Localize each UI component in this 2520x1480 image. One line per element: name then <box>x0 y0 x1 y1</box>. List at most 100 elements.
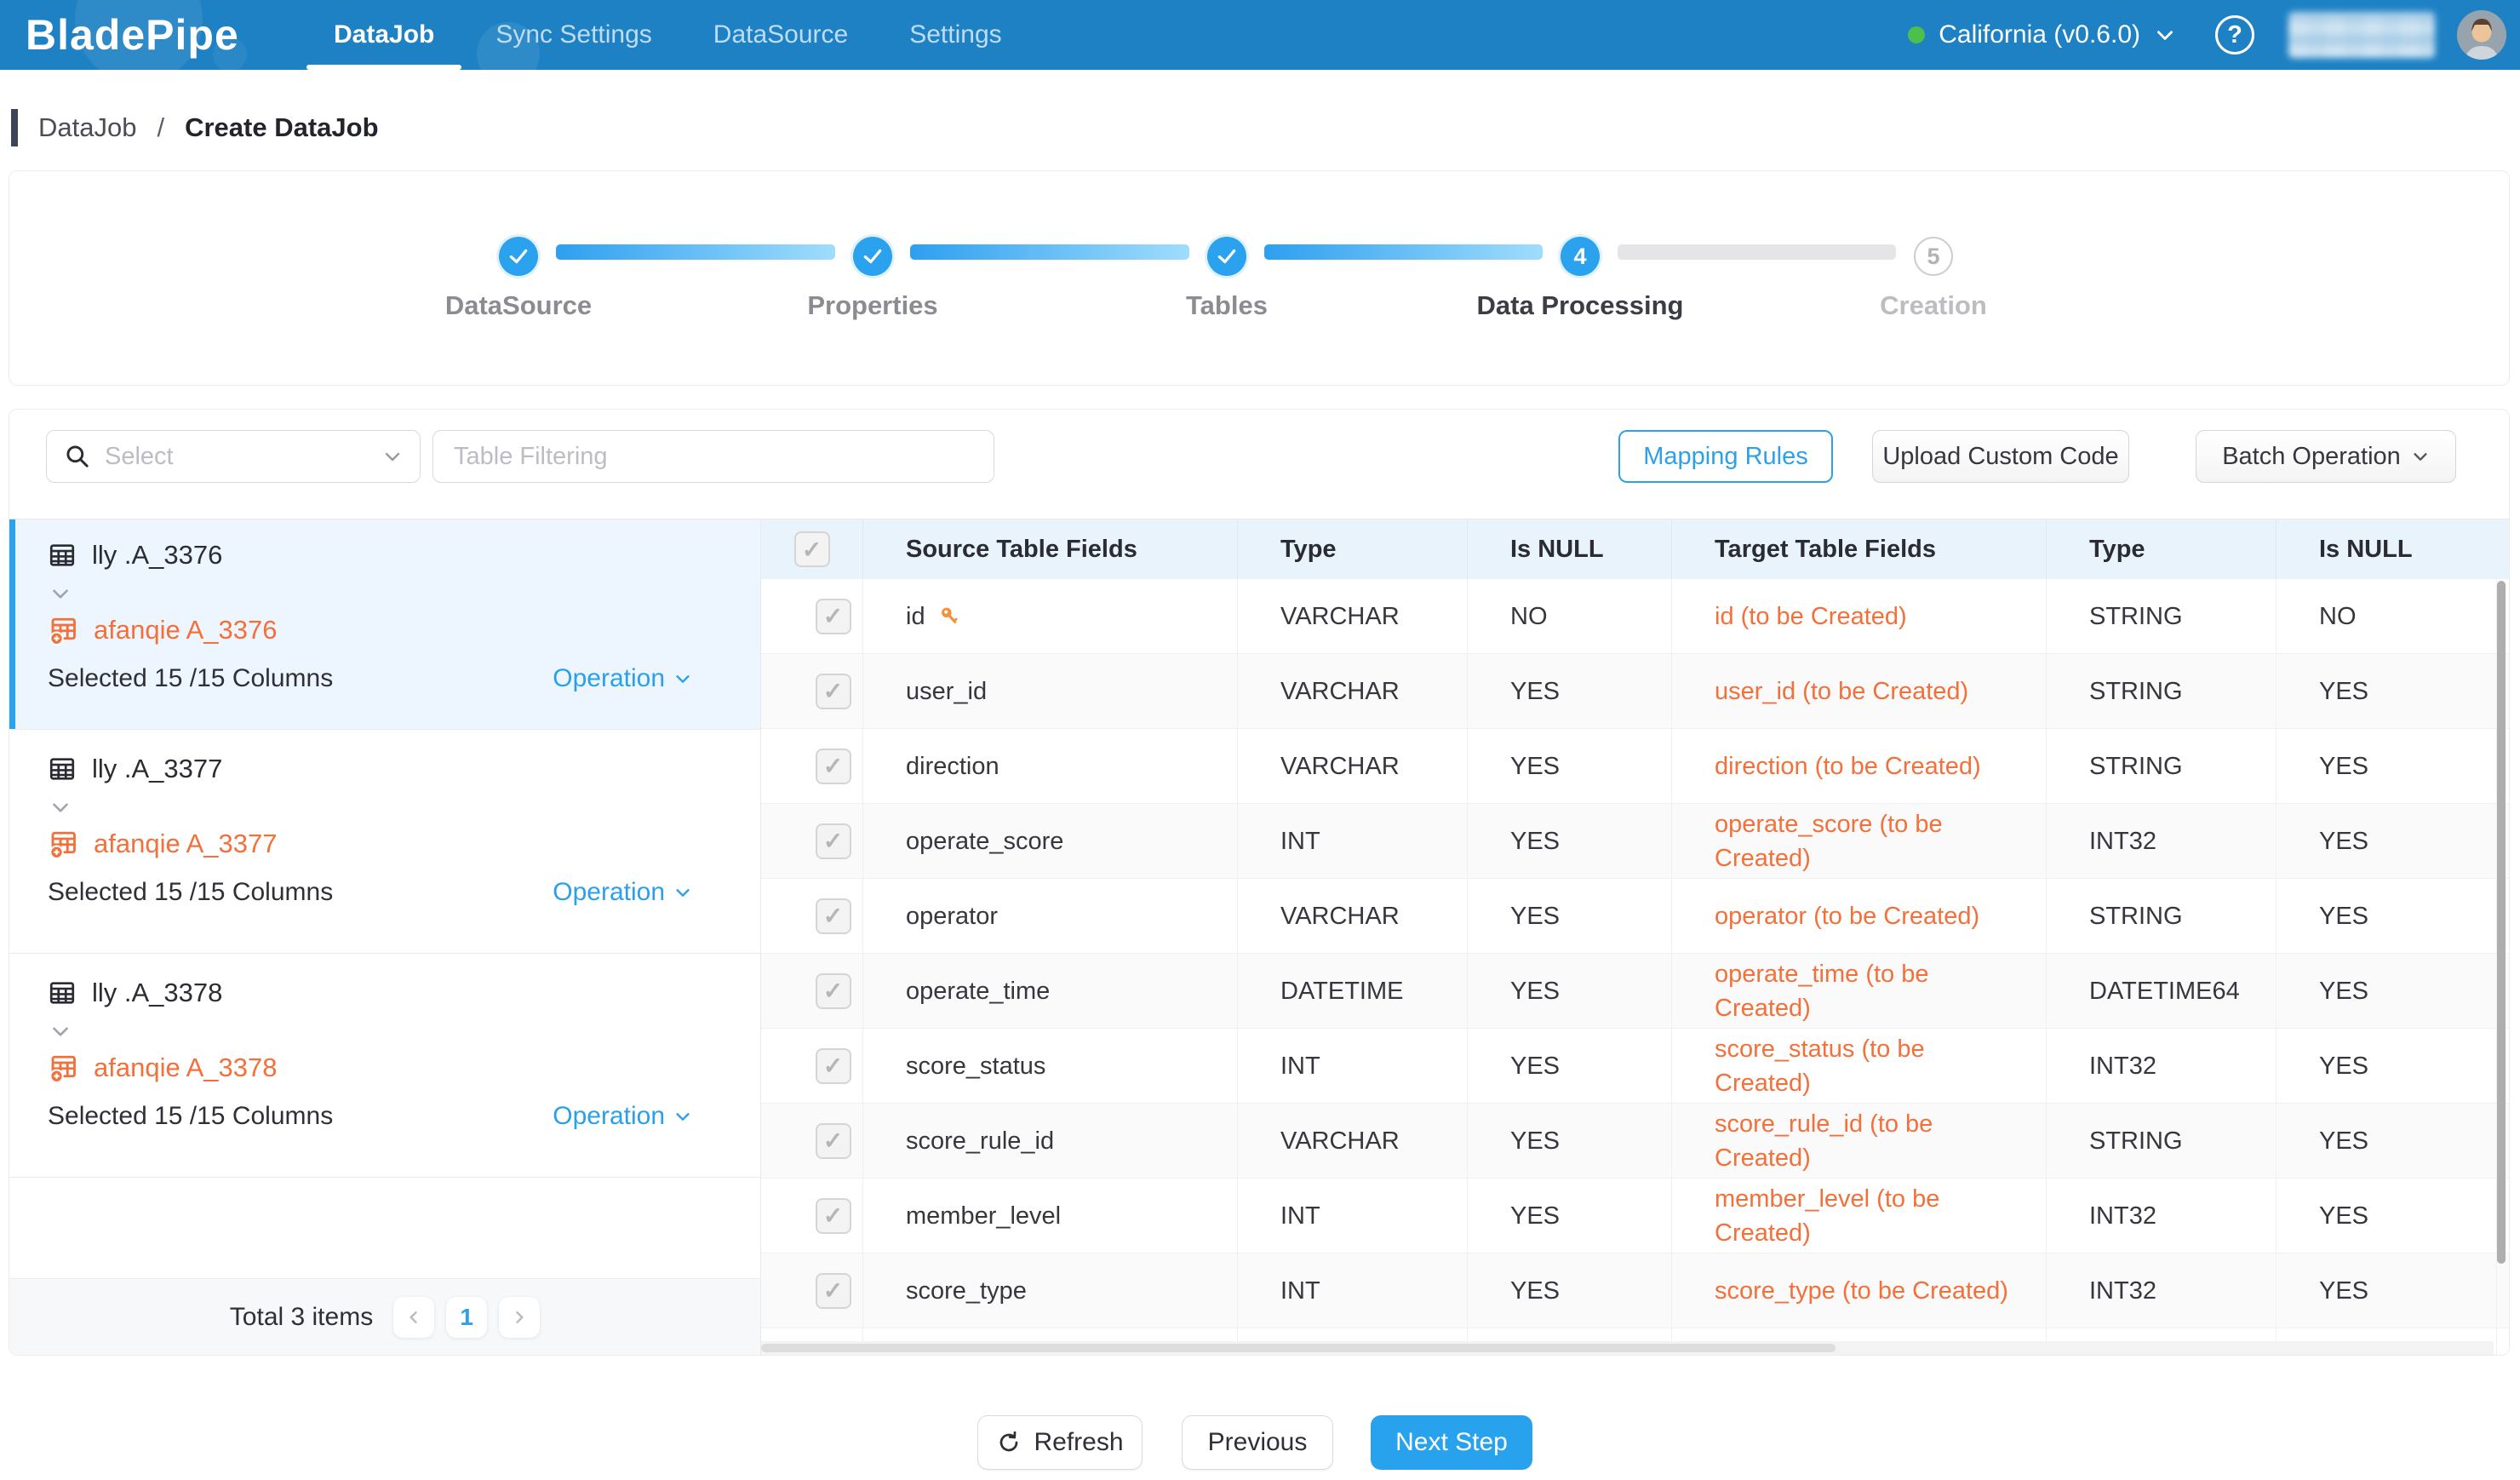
nav-item-datajob[interactable]: DataJob <box>334 0 434 70</box>
vertical-scrollbar[interactable] <box>2495 581 2507 1339</box>
table-pair-card[interactable]: lly .A_3377 afanqie A_3377 Selected 15 /… <box>9 730 760 954</box>
row-checkbox-cell[interactable] <box>761 729 863 803</box>
select-all-checkbox-cell[interactable] <box>761 519 863 579</box>
target-isnull-cell: YES <box>2277 729 2497 803</box>
row-checkbox-cell[interactable] <box>761 1253 863 1328</box>
row-checkbox-cell[interactable] <box>761 879 863 953</box>
search-icon <box>64 443 91 470</box>
table-row: operator VARCHAR YES operator (to be Cre… <box>761 879 2509 954</box>
source-table-icon <box>48 541 77 570</box>
operation-dropdown[interactable]: Operation <box>553 664 692 693</box>
table-pair-card[interactable]: lly .A_3378 afanqie A_3378 Selected 15 /… <box>9 954 760 1178</box>
select-dropdown[interactable]: Select <box>46 430 421 483</box>
checkbox-checked-disabled[interactable] <box>816 1123 851 1159</box>
target-isnull-cell: YES <box>2277 1253 2497 1328</box>
source-isnull-cell: YES <box>1468 804 1672 878</box>
source-field-name: operator <box>906 899 998 933</box>
source-type-cell: INT <box>1238 804 1468 878</box>
header-source-isnull: Is NULL <box>1468 519 1672 579</box>
target-isnull-cell: YES <box>2277 1179 2497 1253</box>
nav-item-settings[interactable]: Settings <box>909 0 1001 70</box>
checkbox-checked-disabled[interactable] <box>816 1048 851 1084</box>
row-checkbox-cell[interactable] <box>761 954 863 1028</box>
source-field-cell: member_level <box>863 1179 1238 1253</box>
row-checkbox-cell[interactable] <box>761 1029 863 1103</box>
target-field-cell: score_type (to be Created) <box>1672 1253 2047 1328</box>
next-page-button[interactable] <box>499 1297 540 1338</box>
table-row: score_rule_id VARCHAR YES score_rule_id … <box>761 1104 2509 1179</box>
checkbox-checked-disabled[interactable] <box>816 1198 851 1234</box>
source-type-cell: VARCHAR <box>1238 879 1468 953</box>
region-version-label[interactable]: California (v0.6.0) <box>1939 20 2140 49</box>
table-header-row: Source Table Fields Type Is NULL Target … <box>761 519 2509 579</box>
source-field-cell: operate_score <box>863 804 1238 878</box>
next-step-button[interactable]: Next Step <box>1371 1415 1532 1470</box>
source-type-cell: INT <box>1238 1179 1468 1253</box>
breadcrumb-parent[interactable]: DataJob <box>38 112 136 143</box>
breadcrumb: DataJob / Create DataJob <box>0 99 379 157</box>
target-type-cell: DATETIME64 <box>2047 954 2277 1028</box>
chevron-down-icon <box>382 446 403 467</box>
scrollbar-thumb[interactable] <box>761 1344 1836 1352</box>
batch-operation-button[interactable]: Batch Operation <box>2196 430 2456 483</box>
target-field-cell: user_id (to be Created) <box>1672 654 2047 728</box>
content-row: lly .A_3376 afanqie A_3376 Selected 15 /… <box>9 519 2509 1355</box>
refresh-button[interactable]: Refresh <box>977 1415 1143 1470</box>
pair-meta-row: Selected 15 /15 Columns Operation <box>48 664 760 693</box>
source-isnull-cell: YES <box>1468 879 1672 953</box>
nav-item-datasource[interactable]: DataSource <box>713 0 848 70</box>
target-field-cell: operate_time (to be Created) <box>1672 954 2047 1028</box>
target-field-cell: operate_score (to be Created) <box>1672 804 2047 878</box>
table-row: member_level INT YES member_level (to be… <box>761 1179 2509 1253</box>
operation-dropdown[interactable]: Operation <box>553 878 692 907</box>
upload-custom-code-button[interactable]: Upload Custom Code <box>1872 430 2129 483</box>
stepper-card: 4 5 DataSource Properties Tables Data Pr… <box>9 170 2510 386</box>
source-field-cell: score_rule_id <box>863 1104 1238 1178</box>
chevron-down-icon <box>2411 447 2430 466</box>
chevron-down-icon[interactable] <box>49 796 760 818</box>
checkbox-checked-disabled[interactable] <box>816 599 851 634</box>
pager: 1 <box>393 1297 540 1338</box>
row-checkbox-cell[interactable] <box>761 579 863 653</box>
step-connector <box>910 244 1189 260</box>
total-items-label: Total 3 items <box>230 1303 373 1332</box>
horizontal-scrollbar[interactable] <box>761 1341 2494 1355</box>
operation-dropdown[interactable]: Operation <box>553 1102 692 1131</box>
checkbox-checked-disabled[interactable] <box>816 898 851 934</box>
row-checkbox-cell[interactable] <box>761 804 863 878</box>
source-field-cell: score_type <box>863 1253 1238 1328</box>
table-filter-input[interactable] <box>432 430 994 483</box>
checkbox-checked-disabled[interactable] <box>816 823 851 859</box>
page-number-button[interactable]: 1 <box>446 1297 487 1338</box>
operation-label: Operation <box>553 664 665 693</box>
source-type-cell: INT <box>1238 1029 1468 1103</box>
checkbox-checked-disabled[interactable] <box>816 1273 851 1309</box>
previous-button[interactable]: Previous <box>1182 1415 1333 1470</box>
chevron-down-icon[interactable] <box>49 582 760 605</box>
nav-item-sync-settings[interactable]: Sync Settings <box>495 0 651 70</box>
table-pair-card[interactable]: lly .A_3376 afanqie A_3376 Selected 15 /… <box>9 519 760 730</box>
checkbox-checked-disabled[interactable] <box>816 674 851 709</box>
target-field-cell: score_rule_id (to be Created) <box>1672 1104 2047 1178</box>
help-icon[interactable]: ? <box>2215 15 2254 54</box>
row-checkbox-cell[interactable] <box>761 654 863 728</box>
step-label-tables: Tables <box>1057 290 1397 321</box>
target-type-cell: INT32 <box>2047 1029 2277 1103</box>
target-field-cell: direction (to be Created) <box>1672 729 2047 803</box>
app-logo: BladePipe <box>26 0 239 70</box>
mapping-rules-button[interactable]: Mapping Rules <box>1618 430 1833 483</box>
checkbox-checked-disabled[interactable] <box>794 531 830 567</box>
chevron-down-icon[interactable] <box>49 1020 760 1042</box>
avatar[interactable] <box>2457 10 2506 60</box>
source-table-icon <box>48 978 77 1007</box>
row-checkbox-cell[interactable] <box>761 1179 863 1253</box>
checkbox-checked-disabled[interactable] <box>816 973 851 1009</box>
prev-page-button[interactable] <box>393 1297 434 1338</box>
chevron-down-icon[interactable] <box>2154 24 2176 46</box>
row-checkbox-cell[interactable] <box>761 1104 863 1178</box>
checkbox-checked-disabled[interactable] <box>816 749 851 784</box>
scrollbar-thumb[interactable] <box>2497 581 2506 1264</box>
target-table-row: afanqie A_3378 <box>48 1053 760 1083</box>
breadcrumb-accent-bar <box>11 109 18 146</box>
source-field-name: id <box>906 599 925 634</box>
